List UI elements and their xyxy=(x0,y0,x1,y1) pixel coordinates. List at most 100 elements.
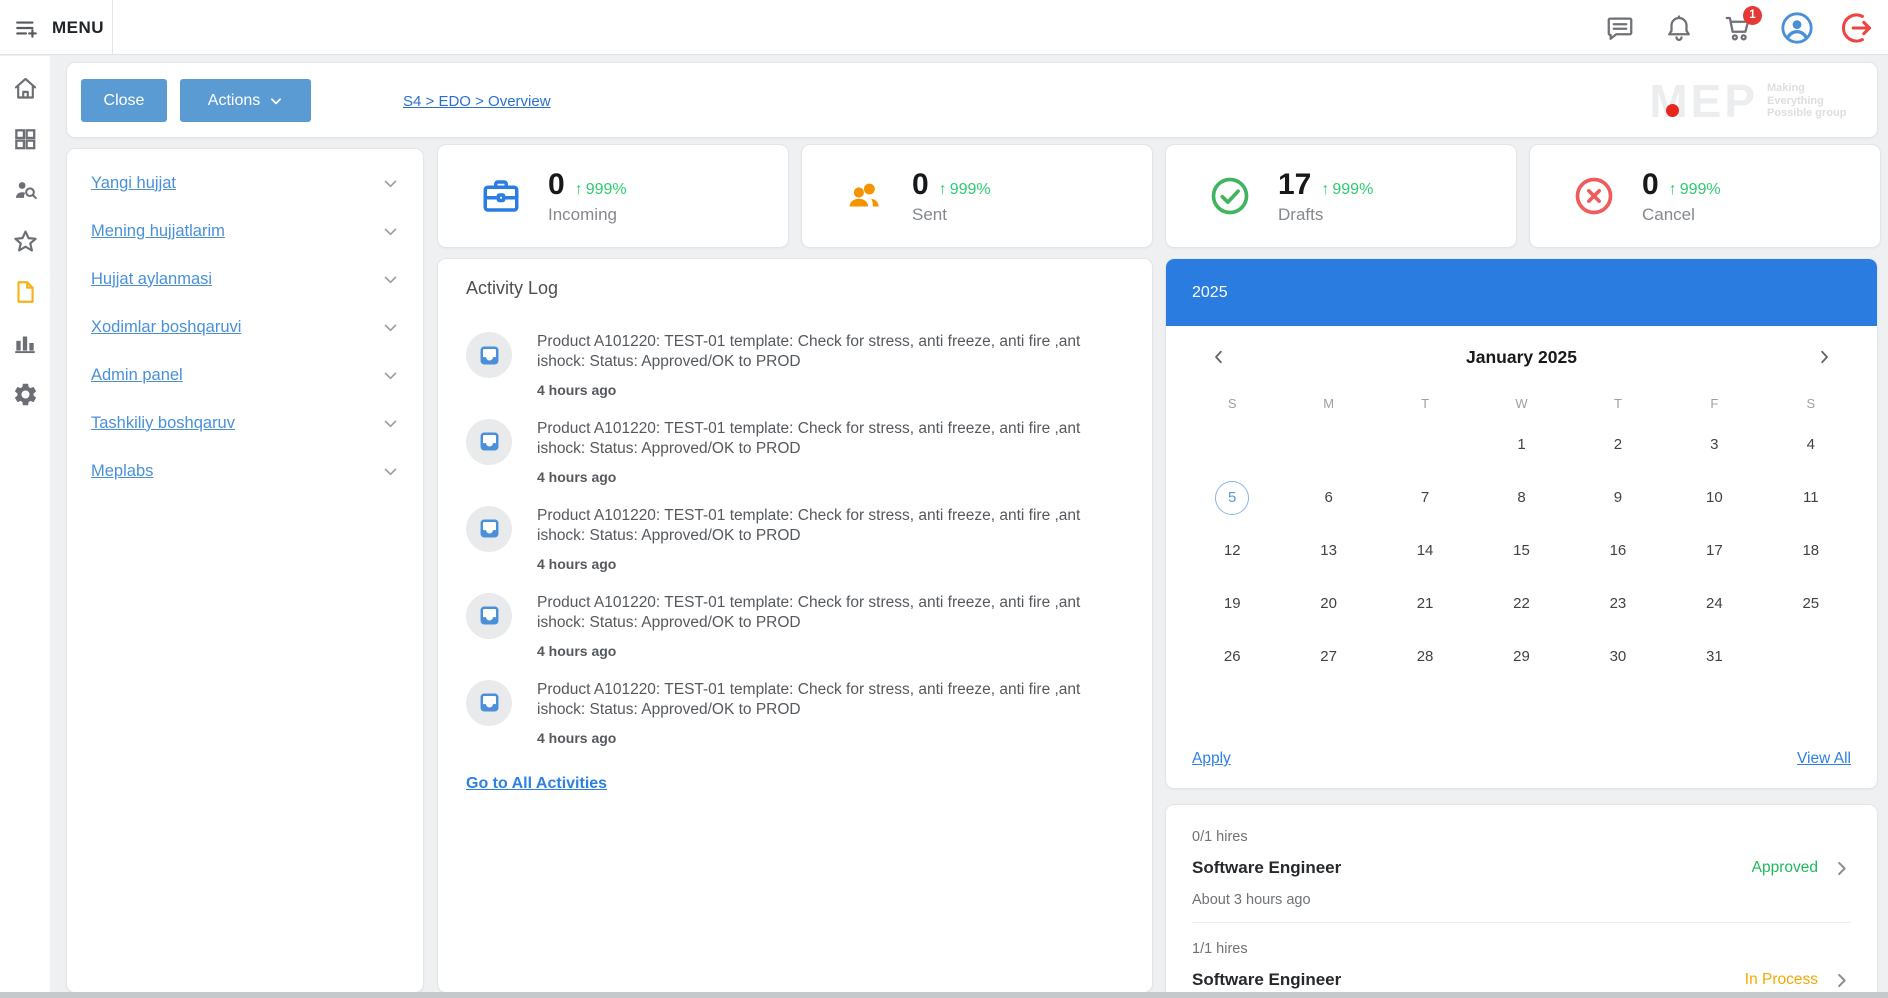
calendar-weekday-header: W xyxy=(1473,388,1569,418)
calendar-day[interactable]: 11 xyxy=(1763,471,1859,524)
go-to-all-activities-link[interactable]: Go to All Activities xyxy=(466,775,607,793)
calendar-day[interactable]: 14 xyxy=(1377,524,1473,577)
inbox-icon xyxy=(466,506,512,552)
chevron-down-icon[interactable] xyxy=(382,175,399,192)
stat-delta: ↑ 999% xyxy=(575,181,627,199)
calendar-day[interactable]: 26 xyxy=(1184,630,1280,683)
hire-title: Software Engineer xyxy=(1192,858,1341,878)
person-search-icon[interactable] xyxy=(11,176,39,204)
activity-item-text: Product A101220: TEST-01 template: Check… xyxy=(537,419,1132,460)
calendar-view-all-link[interactable]: View All xyxy=(1797,750,1851,768)
stat-card-drafts[interactable]: 17 ↑ 999% Drafts xyxy=(1165,144,1517,248)
star-icon[interactable] xyxy=(11,227,39,255)
sidebar-link-row: Mening hujjatlarim xyxy=(91,207,399,255)
calendar-day[interactable]: 1 xyxy=(1473,418,1569,471)
calendar-day[interactable]: 13 xyxy=(1280,524,1376,577)
chevron-down-icon[interactable] xyxy=(382,463,399,480)
sidebar-link-tashkiliy-boshqaruv[interactable]: Tashkiliy boshqaruv xyxy=(91,414,235,433)
calendar-day[interactable]: 3 xyxy=(1666,418,1762,471)
cancel-circle-icon xyxy=(1572,174,1616,218)
calendar-day[interactable]: 8 xyxy=(1473,471,1569,524)
chat-button[interactable] xyxy=(1604,12,1636,44)
calendar-day[interactable]: 2 xyxy=(1570,418,1666,471)
stat-value: 0 xyxy=(1642,168,1659,202)
notifications-button[interactable] xyxy=(1663,12,1695,44)
bar-chart-icon[interactable] xyxy=(11,329,39,357)
sidebar-link-yangi-hujjat[interactable]: Yangi hujjat xyxy=(91,174,176,193)
calendar-day[interactable]: 22 xyxy=(1473,577,1569,630)
hire-status-badge: Approved xyxy=(1752,859,1818,877)
calendar-next-month-button[interactable] xyxy=(1811,344,1837,370)
sidebar-link-admin-panel[interactable]: Admin panel xyxy=(91,366,183,385)
calendar-day[interactable]: 17 xyxy=(1666,524,1762,577)
actions-dropdown-button[interactable]: Actions xyxy=(180,79,311,122)
document-icon-active[interactable] xyxy=(11,278,39,306)
sidebar-link-mening-hujjatlarim[interactable]: Mening hujjatlarim xyxy=(91,222,225,241)
chevron-right-icon[interactable] xyxy=(1832,971,1851,990)
chevron-down-icon[interactable] xyxy=(382,271,399,288)
sidebar-link-meplabs[interactable]: Meplabs xyxy=(91,462,153,481)
inbox-icon xyxy=(466,419,512,465)
calendar-day[interactable]: 19 xyxy=(1184,577,1280,630)
activity-item: Product A101220: TEST-01 template: Check… xyxy=(466,332,1132,398)
dashboard-grid-icon[interactable] xyxy=(11,125,39,153)
calendar-day[interactable]: 16 xyxy=(1570,524,1666,577)
activity-item-text: Product A101220: TEST-01 template: Check… xyxy=(537,332,1132,373)
inbox-icon xyxy=(466,332,512,378)
menu-label: MENU xyxy=(52,18,104,38)
home-icon[interactable] xyxy=(11,74,39,102)
calendar-day[interactable]: 29 xyxy=(1473,630,1569,683)
calendar-empty-cell xyxy=(1184,418,1280,471)
account-button[interactable] xyxy=(1781,12,1813,44)
stat-card-incoming[interactable]: 0 ↑ 999% Incoming xyxy=(437,144,789,248)
calendar-day[interactable]: 21 xyxy=(1377,577,1473,630)
cart-button[interactable]: 1 xyxy=(1722,12,1754,44)
chevron-down-icon[interactable] xyxy=(382,223,399,240)
calendar-apply-link[interactable]: Apply xyxy=(1192,750,1231,768)
arrow-up-icon: ↑ xyxy=(1669,181,1677,199)
breadcrumb[interactable]: S4 > EDO > Overview xyxy=(403,63,551,139)
logout-button[interactable] xyxy=(1840,12,1872,44)
calendar-card: 2025 January 2025 SMTWTFS 12345678910111… xyxy=(1165,258,1878,789)
calendar-day-selected[interactable]: 5 xyxy=(1184,471,1280,524)
close-button[interactable]: Close xyxy=(81,79,167,122)
calendar-day[interactable]: 15 xyxy=(1473,524,1569,577)
horizontal-scrollbar[interactable] xyxy=(0,992,1888,998)
calendar-day[interactable]: 10 xyxy=(1666,471,1762,524)
arrow-up-icon: ↑ xyxy=(939,181,947,199)
chevron-right-icon[interactable] xyxy=(1832,859,1851,878)
calendar-day[interactable]: 18 xyxy=(1763,524,1859,577)
calendar-day[interactable]: 24 xyxy=(1666,577,1762,630)
playlist-add-menu-icon xyxy=(14,15,40,41)
calendar-day[interactable]: 25 xyxy=(1763,577,1859,630)
calendar-day[interactable]: 12 xyxy=(1184,524,1280,577)
menu-button[interactable]: MENU xyxy=(14,0,104,55)
calendar-day[interactable]: 7 xyxy=(1377,471,1473,524)
hire-count: 0/1 hires xyxy=(1192,829,1851,845)
hire-open-button[interactable]: Approved xyxy=(1752,859,1851,878)
calendar-day[interactable]: 9 xyxy=(1570,471,1666,524)
stat-card-sent[interactable]: 0 ↑ 999% Sent xyxy=(801,144,1153,248)
hire-open-button[interactable]: In Process xyxy=(1745,971,1851,990)
calendar-day[interactable]: 23 xyxy=(1570,577,1666,630)
hire-item: 1/1 hiresSoftware EngineerIn Process xyxy=(1192,922,1851,998)
calendar-day[interactable]: 28 xyxy=(1377,630,1473,683)
calendar-day[interactable]: 27 xyxy=(1280,630,1376,683)
calendar-day[interactable]: 4 xyxy=(1763,418,1859,471)
settings-gear-icon[interactable] xyxy=(11,380,39,408)
stat-label: Cancel xyxy=(1642,205,1721,225)
chevron-down-icon[interactable] xyxy=(382,319,399,336)
sidebar-link-hujjat-aylanmasi[interactable]: Hujjat aylanmasi xyxy=(91,270,212,289)
people-icon xyxy=(844,175,886,217)
stat-card-cancel[interactable]: 0 ↑ 999% Cancel xyxy=(1529,144,1881,248)
calendar-day[interactable]: 31 xyxy=(1666,630,1762,683)
calendar-day[interactable]: 30 xyxy=(1570,630,1666,683)
sidebar-link-row: Admin panel xyxy=(91,351,399,399)
activity-item-time: 4 hours ago xyxy=(537,556,1132,572)
sidebar-link-xodimlar-boshqaruvi[interactable]: Xodimlar boshqaruvi xyxy=(91,318,241,337)
chevron-down-icon[interactable] xyxy=(382,367,399,384)
chevron-down-icon[interactable] xyxy=(382,415,399,432)
calendar-day[interactable]: 6 xyxy=(1280,471,1376,524)
calendar-prev-month-button[interactable] xyxy=(1206,344,1232,370)
calendar-day[interactable]: 20 xyxy=(1280,577,1376,630)
